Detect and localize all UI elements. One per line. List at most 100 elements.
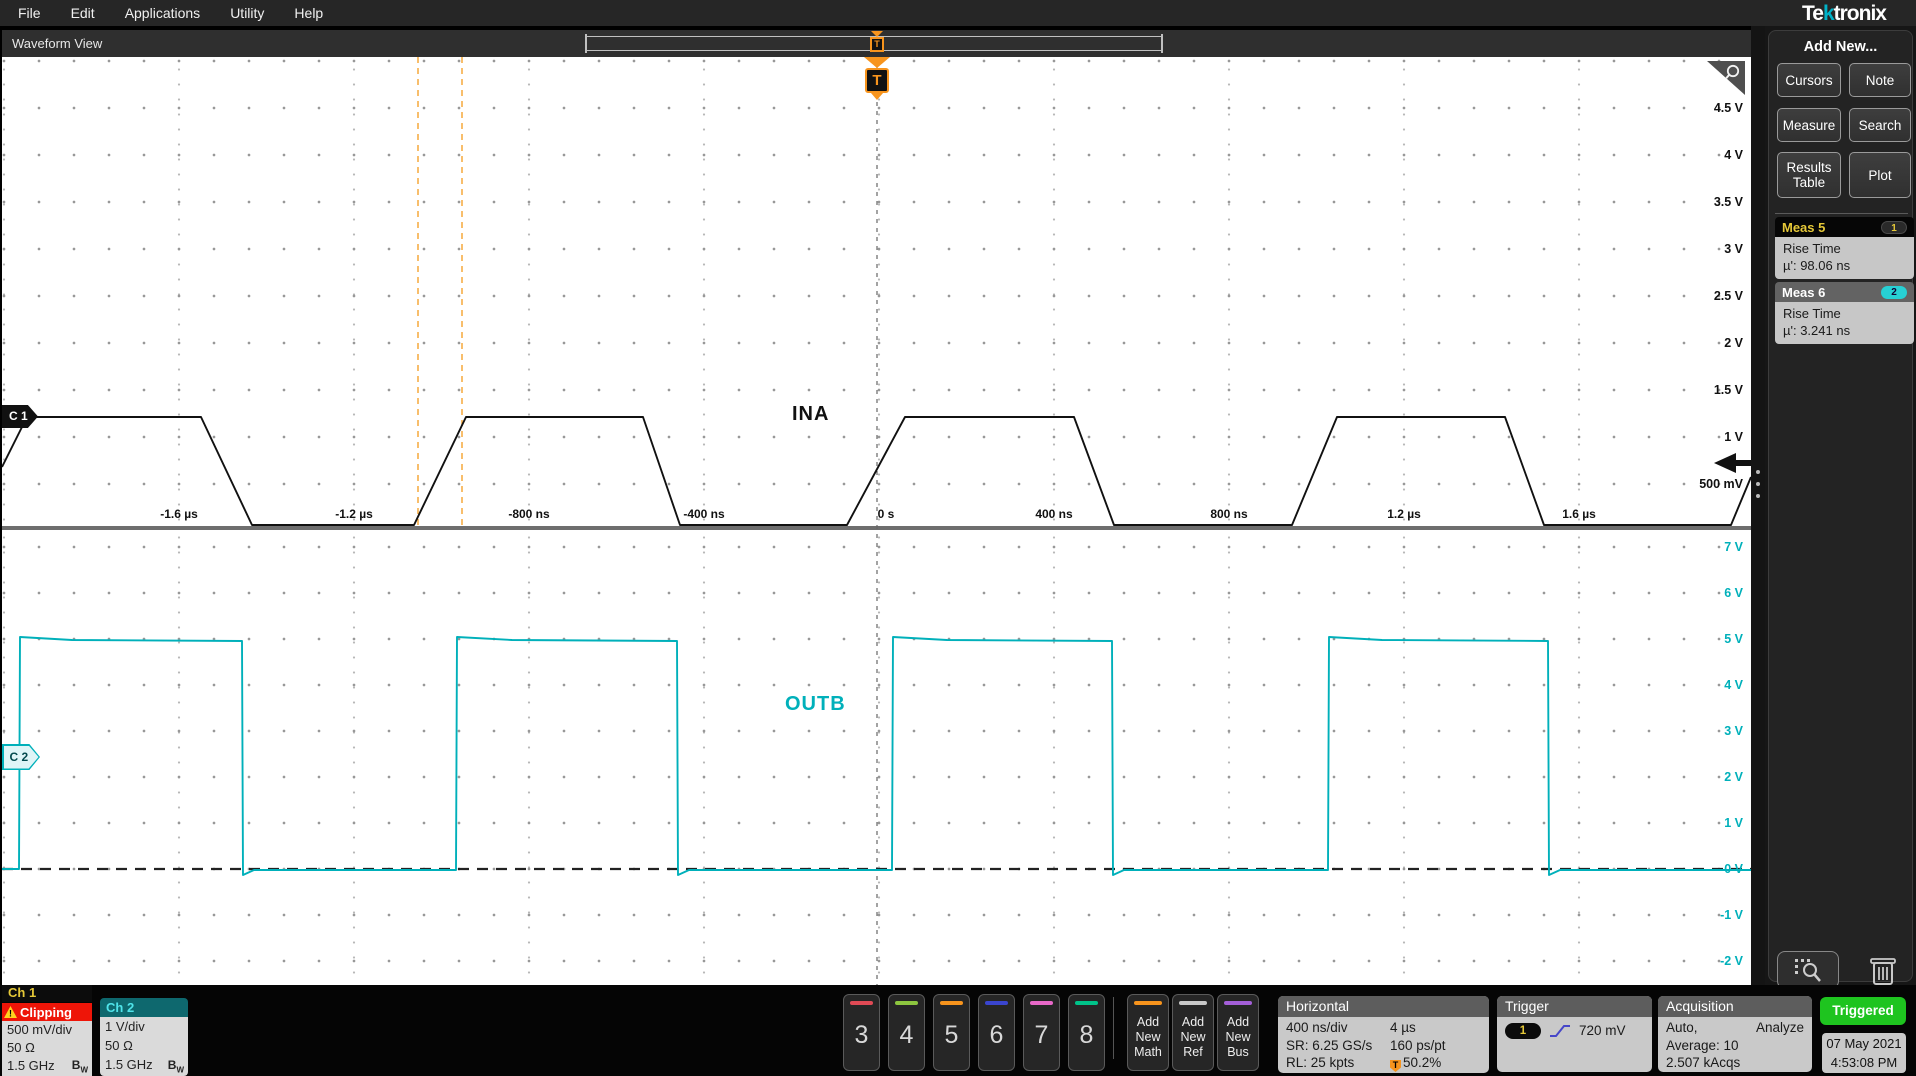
right-sidebar: Add New... Cursors Note Measure Search R… bbox=[1765, 26, 1916, 985]
add-new-panel: Add New... Cursors Note Measure Search R… bbox=[1768, 30, 1913, 982]
trigger-position-indicator-small[interactable]: T bbox=[870, 31, 884, 52]
triggered-status-badge: Triggered bbox=[1820, 997, 1906, 1025]
cursors-button[interactable]: Cursors bbox=[1777, 63, 1841, 97]
logo-k: k bbox=[1823, 2, 1834, 25]
channel1-badge[interactable]: Ch 1 bbox=[2, 985, 92, 1002]
channel-number: 3 bbox=[844, 1021, 879, 1050]
resolution: 160 ps/pt bbox=[1390, 1037, 1446, 1055]
measure-button[interactable]: Measure bbox=[1777, 108, 1841, 142]
channel2-badge[interactable]: Ch 2 bbox=[100, 998, 188, 1017]
meas5-type: Rise Time bbox=[1783, 240, 1906, 257]
view-title-bar: Waveform View T bbox=[2, 30, 1751, 57]
channel-button-5[interactable]: 5 bbox=[933, 994, 970, 1071]
bottom-status-bar: Ch 1 ! Clipping 500 mV/div 50 Ω 1.5 GHz … bbox=[0, 985, 1916, 1076]
ch1-impedance: 50 Ω bbox=[2, 1039, 92, 1057]
menu-item-edit[interactable]: Edit bbox=[71, 5, 95, 21]
channel-color-stripe bbox=[1030, 1001, 1053, 1005]
acquisition-average: Average: 10 bbox=[1666, 1037, 1804, 1055]
time-axis-label: -400 ns bbox=[683, 507, 724, 521]
add-button-label: AddNewRef bbox=[1173, 1015, 1213, 1060]
channel1-info-panel[interactable]: ! Clipping 500 mV/div 50 Ω 1.5 GHz BW bbox=[2, 1003, 92, 1076]
plot-button[interactable]: Plot bbox=[1849, 152, 1911, 198]
note-button[interactable]: Note bbox=[1849, 63, 1911, 97]
trigger-panel[interactable]: Trigger 1 720 mV bbox=[1497, 996, 1652, 1072]
y-axis-label: 1 V bbox=[1724, 430, 1743, 444]
warning-icon: ! bbox=[4, 1006, 17, 1018]
trigger-t-icon: T bbox=[1390, 1060, 1401, 1072]
channel-color-stripe bbox=[940, 1001, 963, 1005]
trigger-position-marker[interactable]: T bbox=[864, 57, 890, 100]
slice1-grid bbox=[2, 57, 1751, 526]
meas6-badge[interactable]: Meas 6 2 Rise Time µ': 3.241 ns bbox=[1775, 282, 1914, 344]
outb-trace-label: OUTB bbox=[785, 693, 846, 716]
channel-color-stripe bbox=[850, 1001, 873, 1005]
horizontal-panel[interactable]: Horizontal 400 ns/div SR: 6.25 GS/s RL: … bbox=[1278, 996, 1489, 1073]
y-axis-label: 0 V bbox=[1724, 862, 1743, 876]
trigger-arrow-icon bbox=[864, 57, 890, 68]
channel-button-4[interactable]: 4 bbox=[888, 994, 925, 1071]
meas5-badge[interactable]: Meas 5 1 Rise Time µ': 98.06 ns bbox=[1775, 217, 1914, 279]
trigger-source-badge: 1 bbox=[1505, 1023, 1541, 1039]
channel-color-stripe bbox=[895, 1001, 918, 1005]
button-separator bbox=[1113, 997, 1114, 1059]
channel2-info-panel[interactable]: Ch 2 1 V/div 50 Ω 1.5 GHz BW bbox=[100, 998, 188, 1076]
clipping-warning: ! Clipping bbox=[2, 1003, 92, 1021]
time-axis-label: -1.2 µs bbox=[335, 507, 373, 521]
trigger-t-icon: T bbox=[870, 37, 884, 52]
svg-text:!: ! bbox=[9, 1009, 12, 1019]
horizontal-window: 4 µs bbox=[1390, 1019, 1416, 1037]
channel-button-7[interactable]: 7 bbox=[1023, 994, 1060, 1071]
meas6-title: Meas 6 bbox=[1782, 285, 1825, 300]
trash-button[interactable] bbox=[1861, 953, 1905, 989]
add-color-stripe bbox=[1179, 1001, 1207, 1005]
date-time-display: 07 May 2021 4:53:08 PM bbox=[1822, 1033, 1906, 1073]
search-button[interactable]: Search bbox=[1849, 108, 1911, 142]
sample-rate: SR: 6.25 GS/s bbox=[1286, 1037, 1481, 1055]
y-axis-label: 4.5 V bbox=[1714, 101, 1743, 115]
ina-trace-label: INA bbox=[792, 403, 829, 426]
channel-button-6[interactable]: 6 bbox=[978, 994, 1015, 1071]
menu-item-help[interactable]: Help bbox=[294, 5, 323, 21]
channel2-marker-badge[interactable]: C 2 bbox=[2, 744, 40, 770]
y-axis-label: 5 V bbox=[1724, 632, 1743, 646]
trigger-tip-icon bbox=[871, 93, 883, 100]
acquisition-mode: Auto, bbox=[1666, 1019, 1698, 1037]
channel-number: 5 bbox=[934, 1021, 969, 1050]
trigger-title: Trigger bbox=[1497, 996, 1652, 1017]
channel-number: 6 bbox=[979, 1021, 1014, 1050]
add-new-ref-button[interactable]: AddNewRef bbox=[1172, 994, 1214, 1071]
channel-button-8[interactable]: 8 bbox=[1068, 994, 1105, 1071]
slice-resize-handle[interactable] bbox=[1756, 470, 1760, 474]
results-table-button[interactable]: Results Table bbox=[1777, 152, 1841, 198]
channel-number: 4 bbox=[889, 1021, 924, 1050]
menu-item-file[interactable]: File bbox=[18, 5, 41, 21]
slice2-grid bbox=[2, 530, 1751, 985]
sidebar-divider bbox=[1775, 213, 1908, 214]
y-axis-label: 3.5 V bbox=[1714, 195, 1743, 209]
add-new-bus-button[interactable]: AddNewBus bbox=[1217, 994, 1259, 1071]
time-axis-label: 0 s bbox=[878, 507, 895, 521]
meas5-title: Meas 5 bbox=[1782, 220, 1825, 235]
ch2-impedance: 50 Ω bbox=[100, 1036, 188, 1055]
channel1-marker-badge[interactable]: C 1 bbox=[2, 405, 38, 428]
bandwidth-limit-badge: BW bbox=[72, 1058, 88, 1074]
time-axis-label: 1.2 µs bbox=[1387, 507, 1421, 521]
waveform-plot-area: 4.5 V4 V3.5 V3 V2.5 V2 V1.5 V1 V500 mV 7… bbox=[2, 57, 1751, 985]
channel-number: 7 bbox=[1024, 1021, 1059, 1050]
trigger-slope-icon bbox=[1549, 1023, 1571, 1039]
trigger-level: 720 mV bbox=[1579, 1022, 1626, 1040]
y-axis-label: -1 V bbox=[1720, 908, 1743, 922]
menu-item-utility[interactable]: Utility bbox=[230, 5, 264, 21]
channel-button-3[interactable]: 3 bbox=[843, 994, 880, 1071]
add-color-stripe bbox=[1134, 1001, 1162, 1005]
zoom-select-button[interactable] bbox=[1777, 951, 1839, 989]
zoom-select-icon bbox=[1791, 956, 1825, 984]
horizontal-title: Horizontal bbox=[1278, 996, 1489, 1017]
add-new-heading: Add New... bbox=[1769, 39, 1912, 55]
meas6-value: µ': 3.241 ns bbox=[1783, 322, 1906, 339]
acquisition-panel[interactable]: Acquisition Auto, Analyze Average: 10 2.… bbox=[1658, 996, 1812, 1072]
menu-item-applications[interactable]: Applications bbox=[125, 5, 201, 21]
add-button-label: AddNewBus bbox=[1218, 1015, 1258, 1060]
y-axis-label: 6 V bbox=[1724, 586, 1743, 600]
add-new-math-button[interactable]: AddNewMath bbox=[1127, 994, 1169, 1071]
